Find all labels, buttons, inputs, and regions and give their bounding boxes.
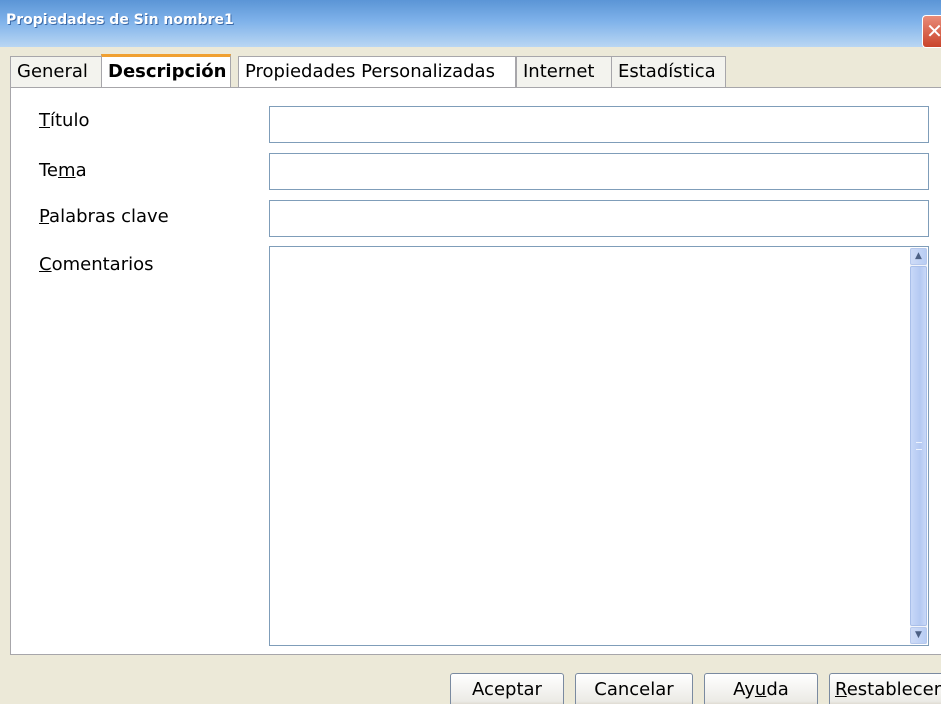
titulo-label: Título: [39, 110, 90, 131]
restablecer-button[interactable]: Restablecer: [829, 673, 941, 704]
properties-dialog: Propiedades de Sin nombre1 ✕ General Des…: [0, 0, 941, 704]
window-title: Propiedades de Sin nombre1: [6, 12, 234, 28]
aceptar-button[interactable]: Aceptar: [450, 673, 564, 704]
palabras-clave-input[interactable]: [269, 200, 929, 237]
tab-internet[interactable]: Internet: [516, 56, 612, 88]
close-button[interactable]: ✕: [922, 15, 941, 48]
titulo-input[interactable]: [269, 106, 929, 143]
palabras-clave-label: Palabras clave: [39, 206, 169, 227]
scroll-up-arrow-icon[interactable]: ▲: [910, 248, 927, 265]
description-panel: Título Tema Palabras clave Comentarios ▲…: [10, 87, 941, 655]
comentarios-label: Comentarios: [39, 254, 154, 275]
tema-input[interactable]: [269, 153, 929, 190]
comentarios-textarea[interactable]: ▲ ▼: [269, 246, 929, 646]
vertical-scrollbar[interactable]: ▲ ▼: [910, 248, 927, 644]
scroll-thumb[interactable]: [910, 266, 927, 626]
tab-estadistica[interactable]: Estadística: [611, 56, 726, 88]
ayuda-button[interactable]: Ayuda: [704, 673, 818, 704]
scroll-grip-icon: [916, 442, 922, 450]
scroll-down-arrow-icon[interactable]: ▼: [910, 627, 927, 644]
tab-descripcion[interactable]: Descripción: [101, 54, 231, 89]
title-bar[interactable]: Propiedades de Sin nombre1 ✕: [0, 0, 941, 48]
close-icon: ✕: [926, 19, 941, 43]
tema-label: Tema: [39, 160, 87, 181]
tab-propiedades-personalizadas[interactable]: Propiedades Personalizadas: [238, 56, 516, 88]
cancelar-button[interactable]: Cancelar: [575, 673, 693, 704]
tab-general[interactable]: General: [10, 56, 102, 88]
